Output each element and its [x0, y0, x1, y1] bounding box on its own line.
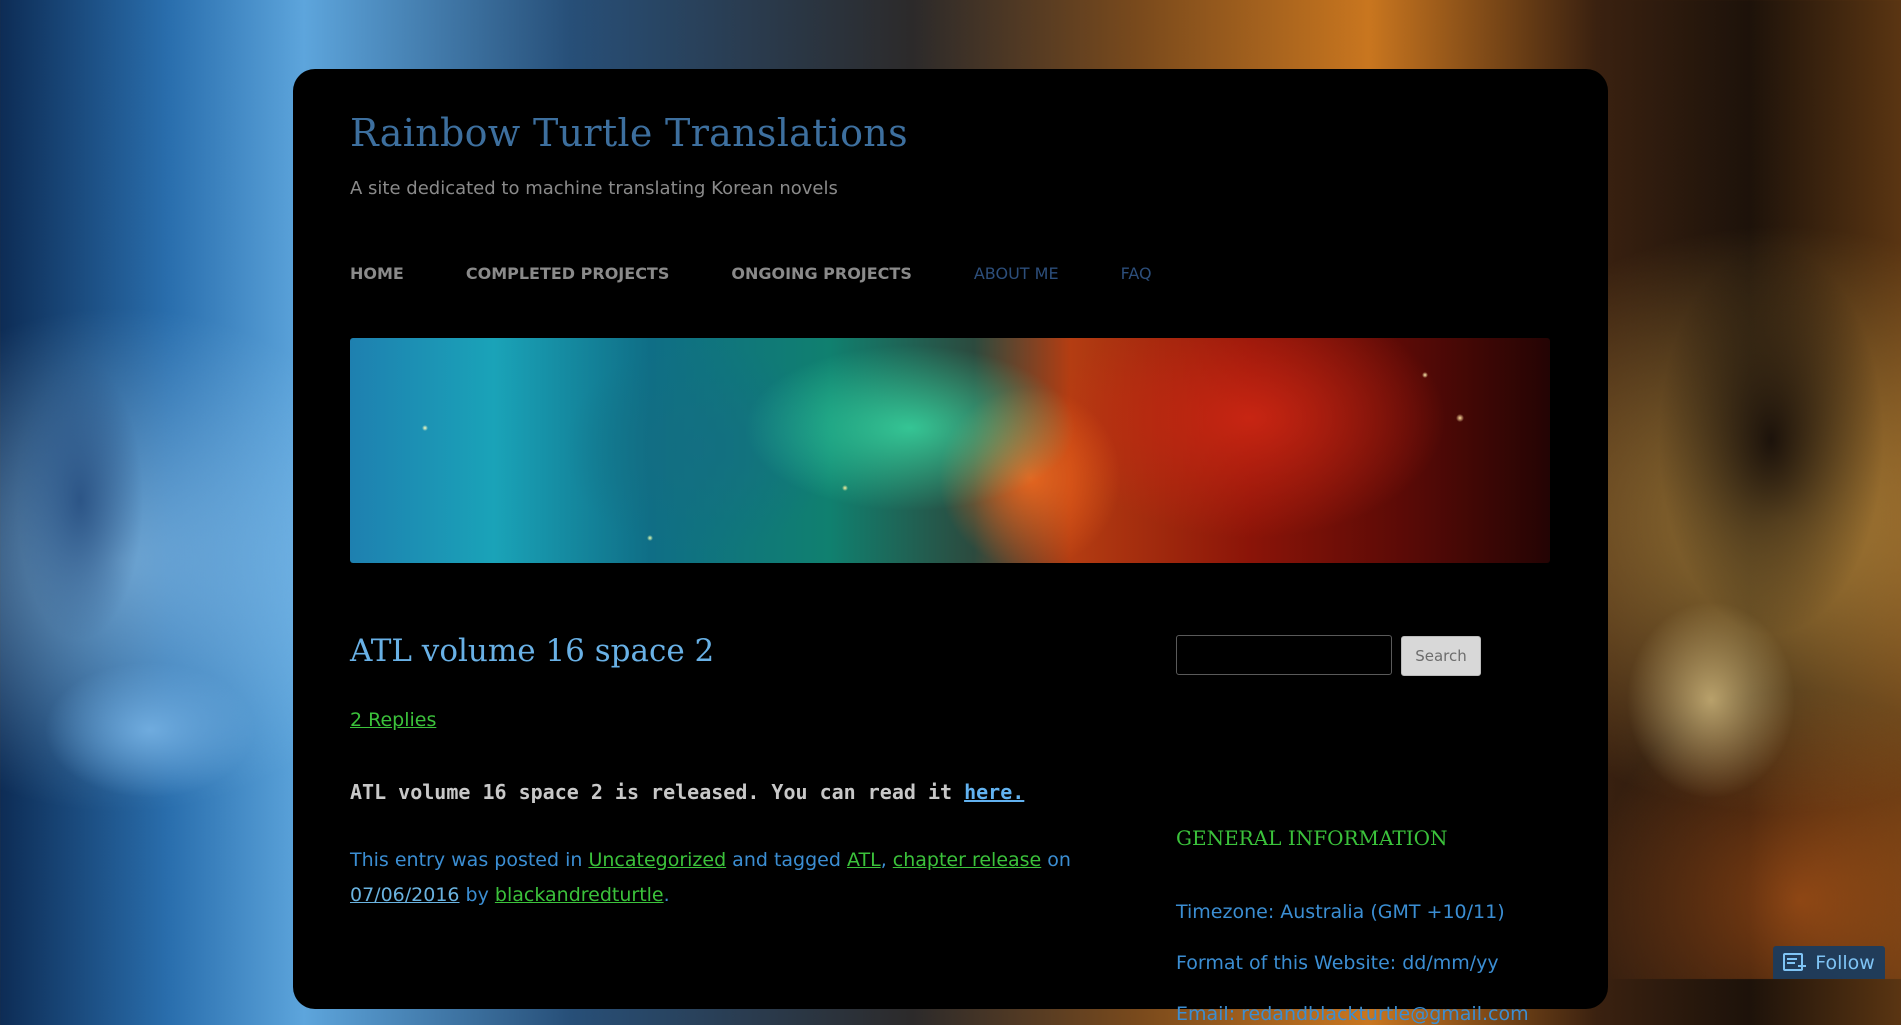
read-here-link[interactable]: here.	[964, 780, 1024, 804]
entry-meta: This entry was posted in Uncategorized a…	[350, 843, 1170, 913]
meta-end: .	[663, 884, 670, 906]
meta-tagged: and tagged	[726, 849, 847, 871]
nav-completed-projects[interactable]: COMPLETED PROJECTS	[466, 264, 670, 283]
nav-faq[interactable]: FAQ	[1121, 264, 1152, 283]
follow-button[interactable]: Follow	[1773, 946, 1885, 979]
follow-label: Follow	[1815, 951, 1875, 974]
nav-home[interactable]: HOME	[350, 264, 404, 283]
meta-by: by	[459, 884, 495, 906]
entry-content: ATL volume 16 space 2 is released. You c…	[350, 780, 1024, 804]
main-navigation: HOME COMPLETED PROJECTS ONGOING PROJECTS…	[350, 261, 1214, 285]
entry-content-text: ATL volume 16 space 2 is released. You c…	[350, 780, 965, 804]
header-banner-image[interactable]	[350, 338, 1550, 563]
site-description: A site dedicated to machine translating …	[350, 178, 838, 199]
site-title[interactable]: Rainbow Turtle Translations	[350, 111, 908, 155]
nav-about-me[interactable]: ABOUT ME	[974, 264, 1059, 283]
page-container: Rainbow Turtle Translations A site dedic…	[293, 69, 1608, 1025]
meta-on: on	[1041, 849, 1071, 871]
author-link[interactable]: blackandredturtle	[495, 884, 664, 906]
entry-title[interactable]: ATL volume 16 space 2	[350, 633, 714, 669]
background-dragon-fire	[1601, 140, 1901, 979]
tag-link-atl[interactable]: ATL	[847, 849, 881, 871]
replies-link[interactable]: 2 Replies	[350, 709, 436, 731]
follow-reader-icon	[1783, 952, 1807, 974]
search-button[interactable]: Search	[1401, 636, 1481, 676]
info-timezone: Timezone: Australia (GMT +10/11)	[1176, 901, 1505, 923]
info-email: Email: redandblackturtle@gmail.com	[1176, 1003, 1529, 1025]
nav-ongoing-projects[interactable]: ONGOING PROJECTS	[731, 264, 911, 283]
widget-title: GENERAL INFORMATION	[1176, 826, 1448, 850]
search-input[interactable]	[1176, 635, 1392, 675]
date-link[interactable]: 07/06/2016	[350, 884, 460, 906]
info-date-format: Format of this Website: dd/mm/yy	[1176, 952, 1499, 974]
category-link[interactable]: Uncategorized	[588, 849, 726, 871]
meta-prefix: This entry was posted in	[350, 849, 589, 871]
background-dragon-blue	[0, 300, 290, 820]
meta-comma: ,	[880, 849, 893, 871]
tag-link-chapter-release[interactable]: chapter release	[893, 849, 1041, 871]
